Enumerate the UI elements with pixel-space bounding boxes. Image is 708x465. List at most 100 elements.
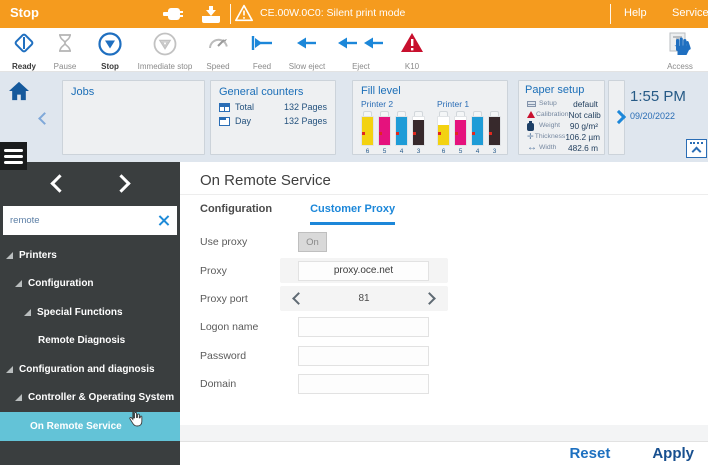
nav-back-icon[interactable] [50,174,68,192]
reset-button[interactable]: Reset [569,445,610,462]
menu-hamburger-button[interactable] [0,142,27,170]
ink-tank-magenta: 5 [378,111,391,155]
main-panel: On Remote Service Configuration Customer… [180,162,708,465]
topbar-separator [230,4,231,24]
paper-row-weight: Weight 90 g/m² [527,120,598,131]
tree-expand-icon [15,280,22,287]
form-row-proxy-port: Proxy port 81 [180,285,708,313]
dashboard-scroll-left-icon[interactable] [38,112,51,125]
printer-control-screen: Stop CE.00W.0C0: Silent print mode Help … [0,0,708,465]
logon-name-input[interactable] [298,317,429,337]
proxy-input[interactable] [298,261,429,281]
stop-button[interactable]: Stop [88,31,132,71]
paper-setup-card-title: Paper setup [519,81,604,96]
fill-level-card-title: Fill level [353,81,507,97]
access-hand-icon [667,31,693,57]
service-button[interactable]: Service [672,7,708,19]
warning-triangle-icon [234,4,254,22]
content-bottom-band [180,425,708,441]
form-row-proxy: Proxy [180,256,708,284]
sidebar-item-special-functions[interactable]: Special Functions [0,298,180,327]
top-status-bar: Stop CE.00W.0C0: Silent print mode Help … [0,0,708,28]
paper-setup-card[interactable]: Paper setup Setup default Calibration No… [518,80,605,155]
speed-button[interactable]: Speed [196,31,240,71]
dashboard-scroll-right-icon [612,110,626,124]
tree-expand-icon [24,309,31,316]
media-load-icon[interactable] [198,3,224,25]
clock-time: 1:55 PM [630,88,686,105]
stepper-increment-icon[interactable] [423,293,436,306]
feed-button[interactable]: Feed [240,31,284,71]
nav-forward-icon[interactable] [112,174,130,192]
grip-dots-icon [690,142,703,144]
paper-row-calibration: Calibration Not calib [527,109,598,120]
sidebar-item-configuration[interactable]: Configuration [0,270,180,299]
stepper-decrement-icon[interactable] [292,293,305,306]
form-row-domain: Domain [180,370,708,398]
sidebar-item-configuration-and-diagnosis[interactable]: Configuration and diagnosis [0,355,180,384]
page-title: On Remote Service [180,162,708,194]
total-counter-icon [219,103,230,112]
alert-message: CE.00W.0C0: Silent print mode [260,7,405,19]
password-input[interactable] [298,346,429,366]
sidebar-item-on-remote-service[interactable]: On Remote Service [0,412,180,441]
slow-eject-button[interactable]: Slow eject [280,31,334,71]
ink-tank-cyan: 4 [395,111,408,155]
proxy-port-value[interactable]: 81 [358,293,369,304]
pause-hourglass-icon [53,31,77,55]
topbar-separator [610,4,611,24]
ink-tank-yellow: 6 [437,111,450,155]
use-proxy-toggle[interactable]: On [298,232,327,252]
sidebar-search[interactable] [3,206,177,235]
fill-level-card[interactable]: Fill level Printer 2 6 5 4 3 Printer 1 6 [352,80,508,155]
search-input[interactable] [10,215,157,226]
counter-row-day: Day 132 Pages [219,116,327,126]
ink-tank-magenta: 5 [454,111,467,155]
form-row-logon-name: Logon name [180,313,708,341]
clock-date: 09/20/2022 [630,111,686,121]
proxy-port-stepper: 81 [280,286,448,311]
dashboard-scroll-right[interactable] [608,80,625,155]
tab-customer-proxy[interactable]: Customer Proxy [310,195,395,225]
stop-circle-icon [97,31,123,57]
sidebar-item-controller-operating-system[interactable]: Controller & Operating System [0,384,180,413]
immediate-stop-icon [152,31,178,57]
hand-cursor-icon [126,408,144,428]
k10-alert-button[interactable]: K10 [390,31,434,71]
eject-button[interactable]: Eject [332,31,390,71]
k10-warning-triangle-icon [399,31,425,55]
sidebar-item-printers[interactable]: Printers [0,241,180,270]
speed-gauge-icon [205,31,231,55]
ink-tank-yellow: 6 [361,111,374,155]
chevron-up-icon [692,147,702,157]
ink-tank-black: 3 [412,111,425,155]
printer-toolbar: Ready Pause Stop Immediate stop [0,28,708,72]
general-counters-card[interactable]: General counters Total 132 Pages Day 132… [210,80,336,155]
help-button[interactable]: Help [624,7,647,19]
weight-icon [527,121,538,131]
ink-tank-cyan: 4 [471,111,484,155]
apply-button[interactable]: Apply [652,445,694,462]
connection-plug-icon[interactable] [160,3,186,25]
pause-button[interactable]: Pause [44,31,86,71]
home-icon[interactable] [8,81,30,101]
counters-card-title: General counters [211,81,335,98]
clear-search-icon[interactable] [157,214,170,227]
form-footer: Reset Apply [180,441,708,465]
jobs-card-title: Jobs [63,81,204,98]
ready-button[interactable]: Ready [2,31,46,71]
feed-arrow-icon [248,31,276,55]
printer-status-label: Stop [10,5,39,20]
proxy-settings-form: Use proxy On Proxy Proxy port 81 Logon n… [180,228,708,398]
access-button[interactable]: Access [656,31,704,71]
immediate-stop-button[interactable]: Immediate stop [130,31,200,71]
alert-banner[interactable]: CE.00W.0C0: Silent print mode [234,4,405,22]
sidebar-item-remote-diagnosis[interactable]: Remote Diagnosis [0,327,180,356]
counter-row-total: Total 132 Pages [219,102,327,112]
ready-diamond-icon [12,31,36,55]
dashboard-collapse-button[interactable] [686,139,707,158]
paper-row-setup: Setup default [527,98,598,109]
jobs-card[interactable]: Jobs [62,80,205,155]
tab-configuration[interactable]: Configuration [200,195,272,225]
domain-input[interactable] [298,374,429,394]
